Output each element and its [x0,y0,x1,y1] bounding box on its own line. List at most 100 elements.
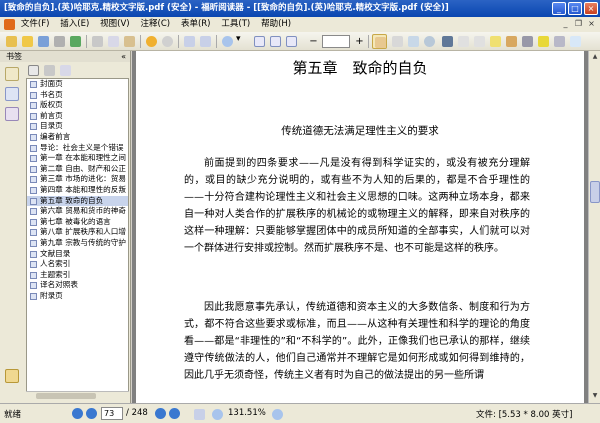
zoom-select[interactable] [322,35,350,48]
bookmark-panel-title: 书签 [6,52,22,61]
doc-restore-button[interactable]: ❐ [573,18,584,29]
previous-page-button-icon[interactable] [86,408,97,419]
bookmarks-tab-icon[interactable] [5,67,19,81]
email-icon[interactable] [68,34,83,49]
menu-insert[interactable]: 插入(E) [60,19,89,29]
bookmark-item[interactable]: 译名对照表 [27,280,128,291]
bookmark-label: 第七章 被毒化的语言 [40,216,111,226]
bookmark-item[interactable]: 书名页 [27,90,128,101]
bookmark-icon [30,250,37,258]
cut-icon[interactable] [90,34,105,49]
scroll-up-arrow-icon[interactable]: ▲ [590,52,600,62]
collapse-panel-button[interactable]: « [121,51,126,62]
dropdown-icon[interactable]: ▾ [236,34,251,49]
document-view[interactable]: 第五章 致命的自负 传统道德无法满足理性主义的要求 前面提到的四条要求——凡是没… [132,51,588,403]
bookmark-item[interactable]: 第九章 宗教与传统的守护 [27,238,128,249]
first-page-icon[interactable] [182,34,197,49]
zoom-in-icon[interactable] [220,34,235,49]
new-bookmark-icon[interactable] [26,63,41,78]
attachment-icon[interactable] [5,369,19,383]
bookmark-item[interactable]: 附录页 [27,291,128,302]
bookmark-item[interactable]: 编者前言 [27,132,128,143]
settings-icon[interactable] [552,34,567,49]
search-icon[interactable] [422,34,437,49]
bookmark-item[interactable]: 导论：社会主义是个错误 [27,143,128,154]
highlight-icon[interactable] [536,34,551,49]
back-arrow-icon[interactable] [144,34,159,49]
bookmark-item[interactable]: 目录页 [27,121,128,132]
binoculars-icon[interactable] [440,34,455,49]
bookmark-label: 第三章 市场的进化：贸易 [40,174,126,184]
main-toolbar: ▾ − + [0,32,600,51]
scrollbar-thumb[interactable] [36,393,96,399]
zoom-in-status-icon[interactable] [270,407,285,422]
hand-tool-icon[interactable] [372,34,387,49]
next-page-button-icon[interactable] [155,408,166,419]
layers-tab-icon[interactable] [5,107,19,121]
actual-size-icon[interactable] [284,34,299,49]
bookmark-item[interactable]: 人名索引 [27,259,128,270]
forward-arrow-icon[interactable] [160,34,175,49]
bookmark-item[interactable]: 主题索引 [27,270,128,281]
save-icon[interactable] [36,34,51,49]
copy-icon[interactable] [106,34,121,49]
bookmark-item[interactable]: 第四章 本能和理性的反叛 [27,185,128,196]
document-vertical-scrollbar[interactable]: ▲ ▼ [588,51,600,403]
menu-tools[interactable]: 工具(T) [221,19,250,29]
bookmark-item[interactable]: 前言页 [27,111,128,122]
typewriter-icon[interactable] [520,34,535,49]
print-icon[interactable] [52,34,67,49]
menu-help[interactable]: 帮助(H) [261,19,291,29]
document-properties-icon[interactable] [568,34,583,49]
bookmark-item[interactable]: 第六章 贸易和货币的神奇 [27,206,128,217]
bookmark-item[interactable]: 第二章 自由、财产和公正 [27,164,128,175]
last-page-button-icon[interactable] [169,408,180,419]
zoom-out-status-icon[interactable] [210,407,225,422]
fit-width-icon[interactable] [268,34,283,49]
menu-comment[interactable]: 注释(C) [141,19,171,29]
document-page[interactable]: 第五章 致命的自负 传统道德无法满足理性主义的要求 前面提到的四条要求——凡是没… [136,51,584,403]
pencil-icon[interactable] [504,34,519,49]
select-text-icon[interactable] [390,34,405,49]
doc-close-button[interactable]: × [586,18,597,29]
bookmark-item[interactable]: 第七章 被毒化的语言 [27,217,128,228]
text-box-icon[interactable] [472,34,487,49]
doc-minimize-button[interactable]: _ [560,18,571,29]
menu-file[interactable]: 文件(F) [21,19,50,29]
menu-view[interactable]: 视图(V) [100,19,129,29]
snapshot-icon[interactable] [406,34,421,49]
toolbar-separator [86,35,87,48]
page-layout-icon[interactable] [192,407,207,422]
minimize-button[interactable]: _ [552,2,566,15]
bookmark-item[interactable]: 第三章 市场的进化：贸易 [27,174,128,185]
previous-page-icon[interactable] [198,34,213,49]
bookmark-options-icon[interactable] [58,63,73,78]
bookmark-icon [30,208,37,216]
menu-form[interactable]: 表单(R) [181,19,211,29]
scrollbar-thumb[interactable] [590,181,600,203]
open-folder-icon[interactable] [20,34,35,49]
bookmark-item[interactable]: 封面页 [27,79,128,90]
bookmark-horizontal-scrollbar[interactable] [26,391,129,400]
text-tool-icon[interactable] [456,34,471,49]
zoom-out-button[interactable]: − [306,34,321,49]
paste-icon[interactable] [122,34,137,49]
close-button[interactable]: × [584,2,598,15]
bookmark-item[interactable]: 第一章 在本能和理性之间 [27,153,128,164]
zoom-level[interactable]: 131.51% [228,408,266,418]
toolbar-separator [368,35,369,48]
open-icon[interactable] [4,34,19,49]
delete-bookmark-icon[interactable] [42,63,57,78]
page-number-input[interactable]: 73 [101,407,123,420]
bookmark-item[interactable]: 第八章 扩展秩序和人口增 [27,227,128,238]
fit-page-icon[interactable] [252,34,267,49]
first-page-button-icon[interactable] [72,408,83,419]
bookmark-item[interactable]: 第五章 致命的自负 [27,195,128,207]
note-icon[interactable] [488,34,503,49]
maximize-button[interactable]: □ [568,2,582,15]
bookmark-item[interactable]: 文献目录 [27,249,128,260]
scroll-down-arrow-icon[interactable]: ▼ [590,391,600,401]
zoom-in-button[interactable]: + [352,34,367,49]
bookmark-item[interactable]: 版权页 [27,100,128,111]
thumbnails-tab-icon[interactable] [5,87,19,101]
